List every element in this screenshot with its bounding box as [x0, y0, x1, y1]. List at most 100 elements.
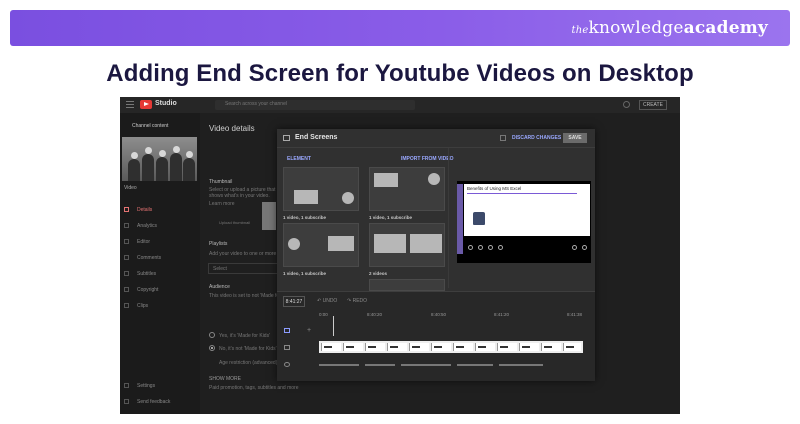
- end-screens-dialog: End Screens DISCARD CHANGES SAVE ELEMENT…: [277, 129, 595, 381]
- thumbnail-help: Select or upload a picture that shows wh…: [209, 187, 276, 199]
- pencil-icon: [124, 207, 129, 213]
- template-card[interactable]: [369, 223, 445, 267]
- sidebar-item-label: Clips: [137, 303, 149, 309]
- feedback-icon[interactable]: [500, 135, 506, 141]
- sidebar-item-comments[interactable]: Comments: [124, 255, 161, 261]
- template-caption: 1 video, 1 subscribe: [283, 271, 327, 276]
- age-restriction-toggle[interactable]: Age restriction (advanced): [219, 360, 277, 366]
- search-placeholder: Search across your channel: [225, 101, 287, 107]
- video-preview[interactable]: Benefits of Using MS Excel: [457, 181, 591, 263]
- create-button[interactable]: CREATE: [639, 100, 667, 110]
- sidebar-item-clips[interactable]: Clips: [124, 303, 148, 309]
- studio-top-bar: Studio Search across your channel CREATE: [120, 97, 680, 113]
- show-more-button[interactable]: SHOW MORE: [209, 376, 241, 382]
- template-card[interactable]: [369, 279, 445, 291]
- template-card[interactable]: [369, 167, 445, 211]
- made-for-kids-yes-label: Yes, it's 'Made for Kids': [219, 333, 271, 339]
- gear-icon: [124, 383, 129, 389]
- playlists-heading: Playlists: [209, 241, 228, 247]
- thumbnail-heading: Thumbnail: [209, 179, 233, 185]
- playhead[interactable]: [333, 316, 334, 336]
- tick-label: 0:00: [319, 312, 328, 317]
- help-icon[interactable]: [623, 101, 630, 108]
- studio-logo-text: Studio: [155, 100, 177, 107]
- timeline-ruler: 0:00 8:40:20 8:40:50 8:41:20 8:41:38: [319, 312, 589, 320]
- channel-content-link[interactable]: Channel content: [132, 123, 168, 129]
- sidebar-item-settings[interactable]: Settings: [124, 383, 155, 389]
- feedback-icon: [124, 399, 129, 405]
- import-from-video-button[interactable]: IMPORT FROM VIDEO: [401, 156, 454, 162]
- sidebar-item-label: Copyright: [137, 287, 159, 293]
- dialog-header: End Screens DISCARD CHANGES SAVE: [277, 129, 595, 148]
- sidebar-item-label: Details: [137, 207, 153, 213]
- undo-label: UNDO: [322, 298, 338, 304]
- page-title: Adding End Screen for Youtube Videos on …: [106, 60, 694, 87]
- tick-label: 8:40:50: [431, 312, 447, 317]
- made-for-kids-yes-radio[interactable]: [209, 332, 215, 338]
- thumbs-up-icon: [473, 212, 485, 225]
- redo-button[interactable]: ↷ REDO: [347, 298, 367, 304]
- sidebar-item-label: Send feedback: [137, 399, 171, 405]
- copyright-icon: [124, 287, 129, 293]
- add-element-button[interactable]: ELEMENT: [287, 156, 311, 162]
- search-input[interactable]: Search across your channel: [215, 100, 415, 110]
- sidebar-item-label: Subtitles: [137, 271, 157, 277]
- preview-slide: Benefits of Using MS Excel: [464, 184, 590, 236]
- preview-slide-title: Benefits of Using MS Excel: [467, 186, 522, 191]
- video-filmstrip[interactable]: [319, 341, 583, 353]
- save-button[interactable]: SAVE: [563, 133, 587, 143]
- playlist-select[interactable]: Select: [208, 263, 278, 274]
- fullscreen-icon[interactable]: [582, 245, 587, 250]
- thumbnail-option[interactable]: [262, 202, 276, 230]
- forward-icon[interactable]: [488, 245, 493, 250]
- play-icon[interactable]: [468, 245, 473, 250]
- made-for-kids-no-label: No, it's not 'Made for Kids': [219, 346, 277, 352]
- brand-knowledge: knowledge: [588, 18, 684, 38]
- dialog-title: End Screens: [295, 134, 338, 141]
- sidebar-item-editor[interactable]: Editor: [124, 239, 150, 245]
- sidebar-item-analytics[interactable]: Analytics: [124, 223, 157, 229]
- comments-icon: [124, 255, 129, 261]
- studio-sidebar: Channel content Video Details Analytics …: [120, 113, 200, 414]
- menu-icon[interactable]: [126, 101, 134, 108]
- template-card[interactable]: [283, 223, 359, 267]
- sidebar-item-copyright[interactable]: Copyright: [124, 287, 158, 293]
- brand-banner: theknowledgeacademy: [10, 10, 790, 46]
- player-controls: [464, 243, 590, 253]
- volume-icon[interactable]: [498, 245, 503, 250]
- template-card[interactable]: [283, 167, 359, 211]
- tick-label: 8:41:20: [494, 312, 510, 317]
- slide-underline: [467, 193, 577, 194]
- discard-changes-button[interactable]: DISCARD CHANGES: [512, 135, 561, 141]
- timecode-field[interactable]: 8:41:27: [283, 296, 305, 307]
- video-details-title: Video details: [209, 124, 255, 133]
- made-for-kids-no-radio[interactable]: [209, 345, 215, 351]
- audience-status: This video is set to not 'Made for Kids': [209, 293, 277, 299]
- timeline-panel: 8:41:27 ↶ UNDO ↷ REDO 0:00 8:40:20 8:40:…: [277, 291, 595, 381]
- sidebar-item-feedback[interactable]: Send feedback: [124, 399, 170, 405]
- sidebar-item-details[interactable]: Details: [124, 207, 152, 213]
- brand-logo: theknowledgeacademy: [571, 18, 768, 38]
- template-caption: 1 video, 1 subscribe: [283, 215, 327, 220]
- undo-button[interactable]: ↶ UNDO: [317, 298, 337, 304]
- upload-thumbnail-button[interactable]: Upload thumbnail: [219, 220, 250, 225]
- template-caption: 2 videos: [369, 271, 388, 276]
- divider: [448, 148, 449, 288]
- video-thumbnail: [122, 137, 197, 181]
- rewind-icon[interactable]: [478, 245, 483, 250]
- sidebar-item-subtitles[interactable]: Subtitles: [124, 271, 156, 277]
- template-list: 1 video, 1 subscribe 1 video, 1 subscrib…: [281, 165, 451, 295]
- playlists-help: Add your video to one or more playlists.: [209, 251, 279, 257]
- brand-the: the: [571, 25, 589, 36]
- video-track-icon: [284, 345, 290, 350]
- learn-more-link[interactable]: Learn more: [209, 201, 235, 207]
- editor-icon: [124, 239, 129, 245]
- end-screen-track-icon: [284, 328, 290, 333]
- youtube-logo-icon[interactable]: [140, 100, 152, 109]
- add-element-plus-icon[interactable]: +: [307, 327, 311, 334]
- audio-track-icon: [284, 362, 290, 367]
- tick-label: 8:41:38: [567, 312, 583, 317]
- sidebar-item-label: Editor: [137, 239, 151, 245]
- settings-icon[interactable]: [572, 245, 577, 250]
- end-screen-icon: [283, 135, 290, 141]
